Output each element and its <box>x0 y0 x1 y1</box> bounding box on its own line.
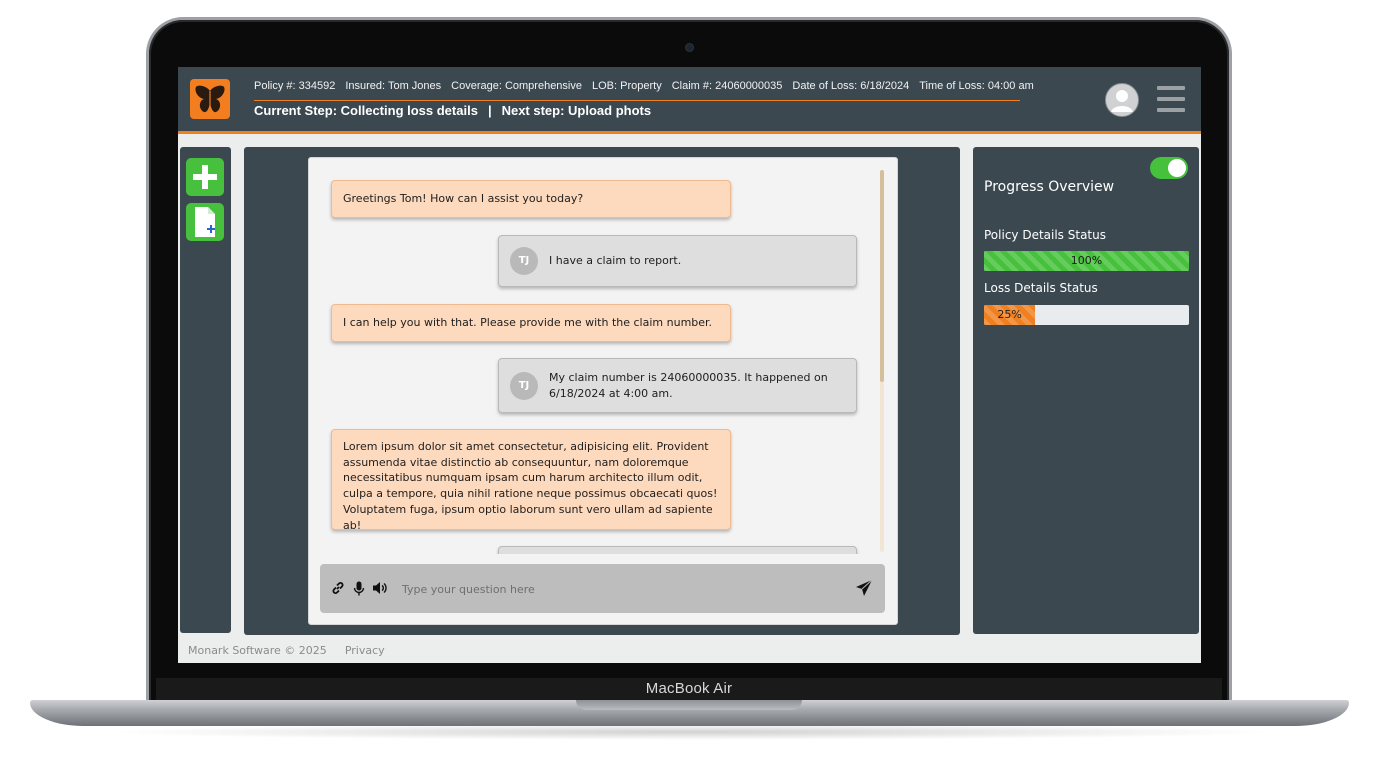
policy-number: Policy #: 334592 <box>254 80 336 92</box>
next-step: Next step: Upload phots <box>501 103 652 118</box>
camera-icon <box>686 44 693 51</box>
add-button[interactable] <box>186 158 224 196</box>
left-toolbar <box>180 147 231 633</box>
bot-message: I can help you with that. Please provide… <box>331 304 731 342</box>
insured-name: Insured: Tom Jones <box>345 80 442 92</box>
current-step: Current Step: Collecting loss details <box>254 103 478 118</box>
progress-title: Progress Overview <box>984 179 1115 195</box>
claim-number: Claim #: 24060000035 <box>671 80 783 92</box>
policy-info: Policy #: 334592 Insured: Tom Jones Cove… <box>254 80 1034 101</box>
plus-icon <box>193 165 217 189</box>
line-of-business: LOB: Property <box>592 80 662 92</box>
loss-status-label: Loss Details Status <box>984 281 1098 295</box>
bot-message-text: I can help you with that. Please provide… <box>343 316 713 329</box>
policy-status-bar: 100% <box>984 251 1189 271</box>
footer: Monark Software © 2025 Privacy <box>188 644 385 657</box>
coverage: Coverage: Comprehensive <box>451 80 582 92</box>
bot-message: Greetings Tom! How can I assist you toda… <box>331 180 731 218</box>
speaker-icon[interactable] <box>371 579 389 597</box>
bot-message-text: Lorem ipsum dolor sit amet consectetur, … <box>343 440 718 532</box>
user-message: TJ My claim number is 24060000035. It ha… <box>498 358 857 413</box>
loss-status-bar: 25% <box>984 305 1189 325</box>
new-document-button[interactable] <box>186 203 224 241</box>
privacy-link[interactable]: Privacy <box>345 644 385 657</box>
copyright: Monark Software © 2025 <box>188 644 327 657</box>
user-message-partial <box>498 546 857 554</box>
laptop-shadow <box>100 724 1280 740</box>
user-message-text: I have a claim to report. <box>549 254 682 268</box>
step-indicator: Current Step: Collecting loss details | Ne… <box>254 103 651 118</box>
loss-status-percent: 25% <box>997 308 1022 321</box>
user-avatar: TJ <box>510 371 538 400</box>
scrollbar-thumb[interactable] <box>880 170 884 382</box>
laptop-notch <box>576 700 802 710</box>
date-of-loss: Date of Loss: 6/18/2024 <box>792 80 910 92</box>
send-icon[interactable] <box>855 579 875 599</box>
butterfly-logo-icon[interactable] <box>190 79 230 119</box>
message-composer <box>320 564 885 613</box>
new-document-icon <box>195 207 215 237</box>
microphone-icon[interactable] <box>350 579 368 597</box>
progress-panel: Progress Overview Policy Details Status … <box>973 147 1199 634</box>
device-label: MacBook Air <box>156 678 1222 700</box>
step-separator: | <box>487 103 492 118</box>
chat-panel: Greetings Tom! How can I assist you toda… <box>244 147 960 635</box>
policy-status-percent: 100% <box>1070 254 1103 267</box>
user-message-text: My claim number is 24060000035. It happe… <box>549 370 828 400</box>
time-of-loss: Time of Loss: 04:00 am <box>919 80 1034 92</box>
policy-status-label: Policy Details Status <box>984 228 1106 242</box>
top-bar: Policy #: 334592 Insured: Tom Jones Cove… <box>178 67 1201 134</box>
link-icon[interactable] <box>329 579 347 597</box>
user-message: TJ I have a claim to report. <box>498 235 857 287</box>
toggle-knob <box>1168 159 1186 177</box>
bot-message-text: Greetings Tom! How can I assist you toda… <box>343 192 584 205</box>
progress-toggle[interactable] <box>1150 157 1188 179</box>
app-screen: Policy #: 334592 Insured: Tom Jones Cove… <box>178 67 1201 663</box>
bot-message: Lorem ipsum dolor sit amet consectetur, … <box>331 429 731 532</box>
question-input[interactable] <box>400 576 834 602</box>
user-profile-icon[interactable] <box>1105 83 1139 117</box>
chat-scrollbar[interactable] <box>880 170 884 552</box>
hamburger-menu-icon[interactable] <box>1157 86 1185 112</box>
user-avatar: TJ <box>510 247 538 275</box>
message-list[interactable]: Greetings Tom! How can I assist you toda… <box>309 158 897 554</box>
chat-window: Greetings Tom! How can I assist you toda… <box>308 157 898 625</box>
